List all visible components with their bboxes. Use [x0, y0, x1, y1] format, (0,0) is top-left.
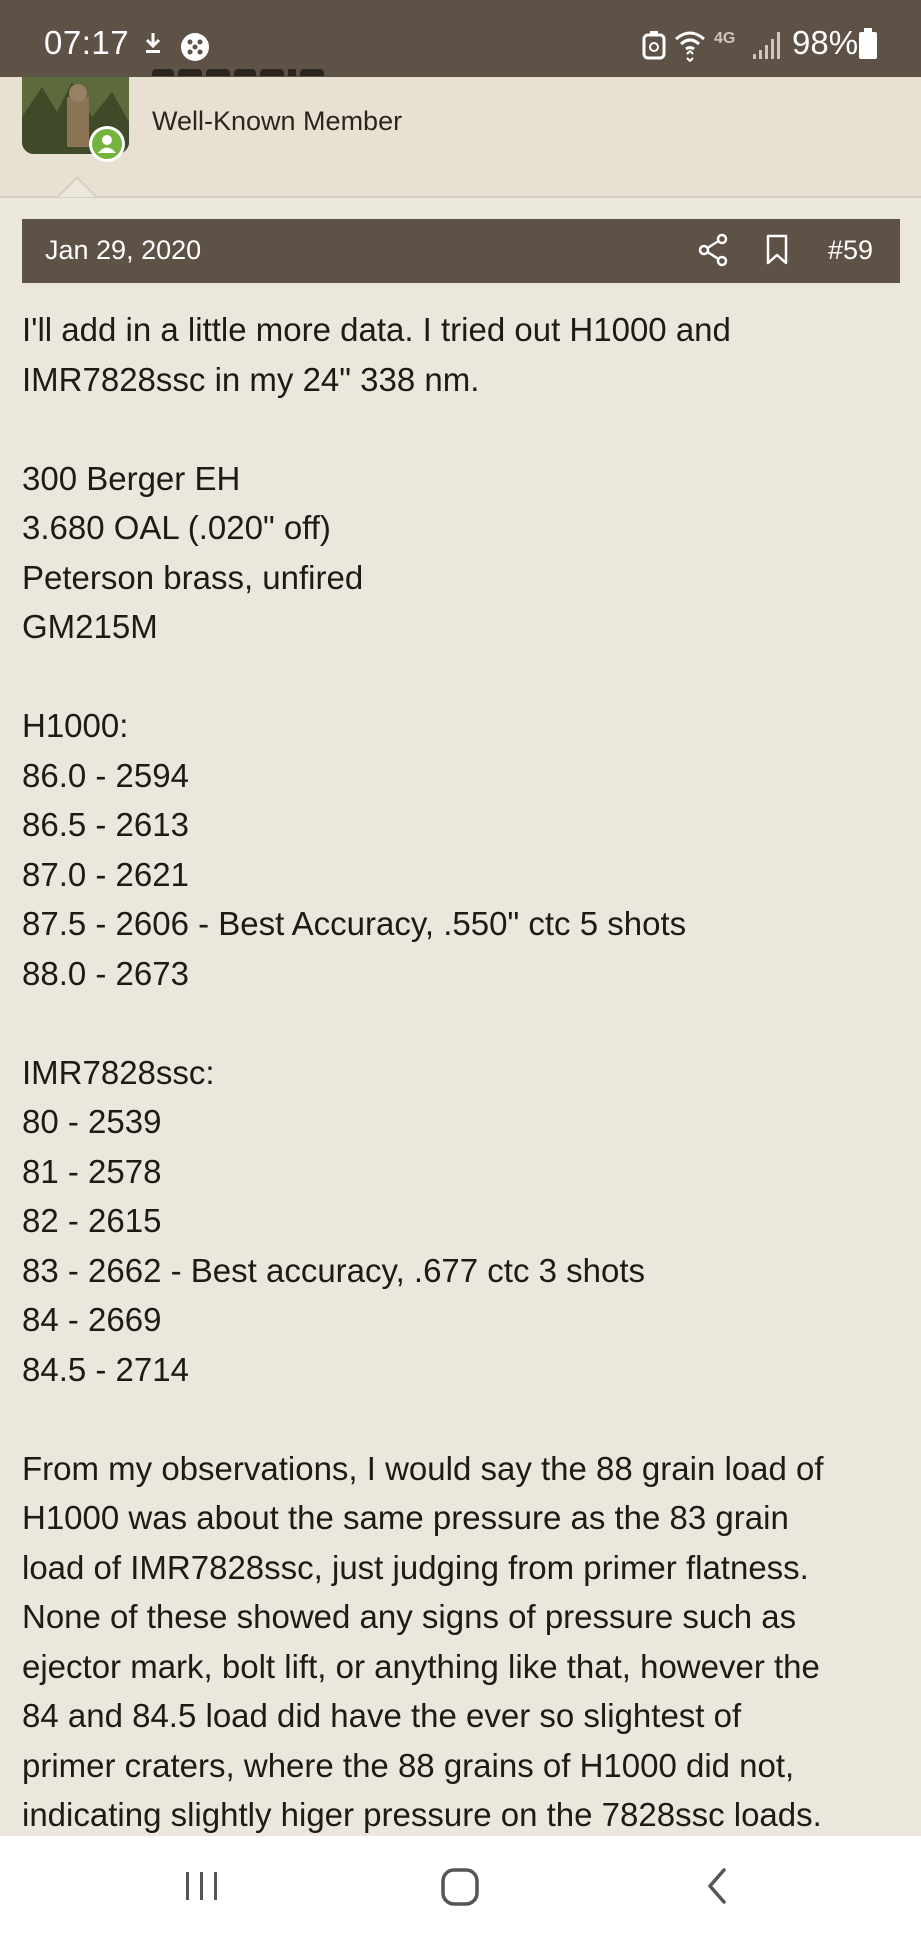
battery-saver-icon [642, 31, 666, 60]
text-line: 87.5 - 2606 - Best Accuracy, .550" ctc 5… [22, 905, 687, 942]
online-status-icon [89, 126, 125, 162]
text-line: primer craters, where the 88 grains of H… [22, 1746, 795, 1784]
user-icon [98, 135, 116, 153]
text-line: H1000: [22, 707, 129, 744]
navigation-bar [0, 1836, 921, 1944]
wifi-icon [675, 31, 705, 62]
text-line: H1000 was about the same pressure as the… [22, 1499, 789, 1536]
text-line: GM215M [22, 608, 158, 645]
paragraph-imr7828ssc-data: IMR7828ssc: 80 - 2539 81 - 2578 82 - 261… [22, 1048, 902, 1395]
text-line: 84 - 2669 [22, 1301, 162, 1338]
text-line: None of these showed any signs of pressu… [22, 1598, 797, 1635]
text-line: 84 and 84.5 load did have the ever so sl… [22, 1697, 742, 1734]
post-header-bar: Jan 29, 2020 #59 [22, 219, 900, 283]
back-icon[interactable] [700, 1866, 734, 1906]
text-line: From my observations, I would say the 88… [22, 1449, 824, 1487]
signal-icon [753, 32, 780, 59]
text-line: ejector mark, bolt lift, or anything lik… [22, 1647, 820, 1685]
game-icon [181, 33, 209, 61]
text-line: 86.0 - 2594 [22, 756, 189, 794]
status-time: 07:17 [44, 24, 130, 61]
paragraph-intro: I'll add in a little more data. I tried … [22, 305, 902, 404]
post-date[interactable]: Jan 29, 2020 [45, 235, 201, 266]
recent-apps-icon[interactable] [182, 1866, 222, 1906]
divider [0, 196, 921, 198]
text-line: IMR7828ssc: [22, 1053, 215, 1091]
member-name-clipped [152, 69, 324, 76]
member-role: Well-Known Member [152, 106, 403, 136]
text-line: 87.0 - 2621 [22, 855, 189, 893]
text-line: 83 - 2662 - Best accuracy, .677 ctc 3 sh… [22, 1251, 646, 1289]
text-line: 300 Berger EH [22, 459, 241, 497]
member-name[interactable] [152, 62, 332, 76]
paragraph-h1000-data: H1000: 86.0 - 2594 86.5 - 2613 87.0 - 26… [22, 701, 902, 998]
text-line: 88.0 - 2673 [22, 954, 189, 992]
member-header [0, 77, 921, 196]
text-line: 81 - 2578 [22, 1152, 162, 1190]
text-line: 84.5 - 2714 [22, 1350, 189, 1388]
home-icon[interactable] [439, 1866, 481, 1908]
paragraph-observations: From my observations, I would say the 88… [22, 1444, 902, 1840]
share-icon[interactable] [698, 233, 728, 267]
text-line: IMR7828ssc in my 24" 338 nm. [22, 360, 480, 398]
post-body: I'll add in a little more data. I tried … [22, 305, 902, 1840]
caret-pointer-fill [59, 179, 95, 197]
text-line: indicating slightly higer pressure on th… [22, 1796, 822, 1833]
battery-percent: 98% [792, 24, 859, 61]
download-icon [145, 33, 161, 53]
post-number-link[interactable]: #59 [828, 235, 873, 266]
text-line: 80 - 2539 [22, 1103, 162, 1140]
text-line: Peterson brass, unfired [22, 558, 364, 596]
text-line: 86.5 - 2613 [22, 806, 189, 843]
paragraph-components: 300 Berger EH 3.680 OAL (.020" off) Pete… [22, 454, 902, 652]
network-4g-icon: 4G [714, 30, 736, 47]
battery-icon [859, 28, 877, 59]
bookmark-icon[interactable] [765, 234, 789, 266]
text-line: load of IMR7828ssc, just judging from pr… [22, 1548, 809, 1586]
status-bar: 07:17 4G 98% [0, 0, 921, 77]
text-line: I'll add in a little more data. I tried … [22, 311, 731, 348]
text-line: 82 - 2615 [22, 1202, 162, 1239]
text-line: 3.680 OAL (.020" off) [22, 509, 331, 546]
